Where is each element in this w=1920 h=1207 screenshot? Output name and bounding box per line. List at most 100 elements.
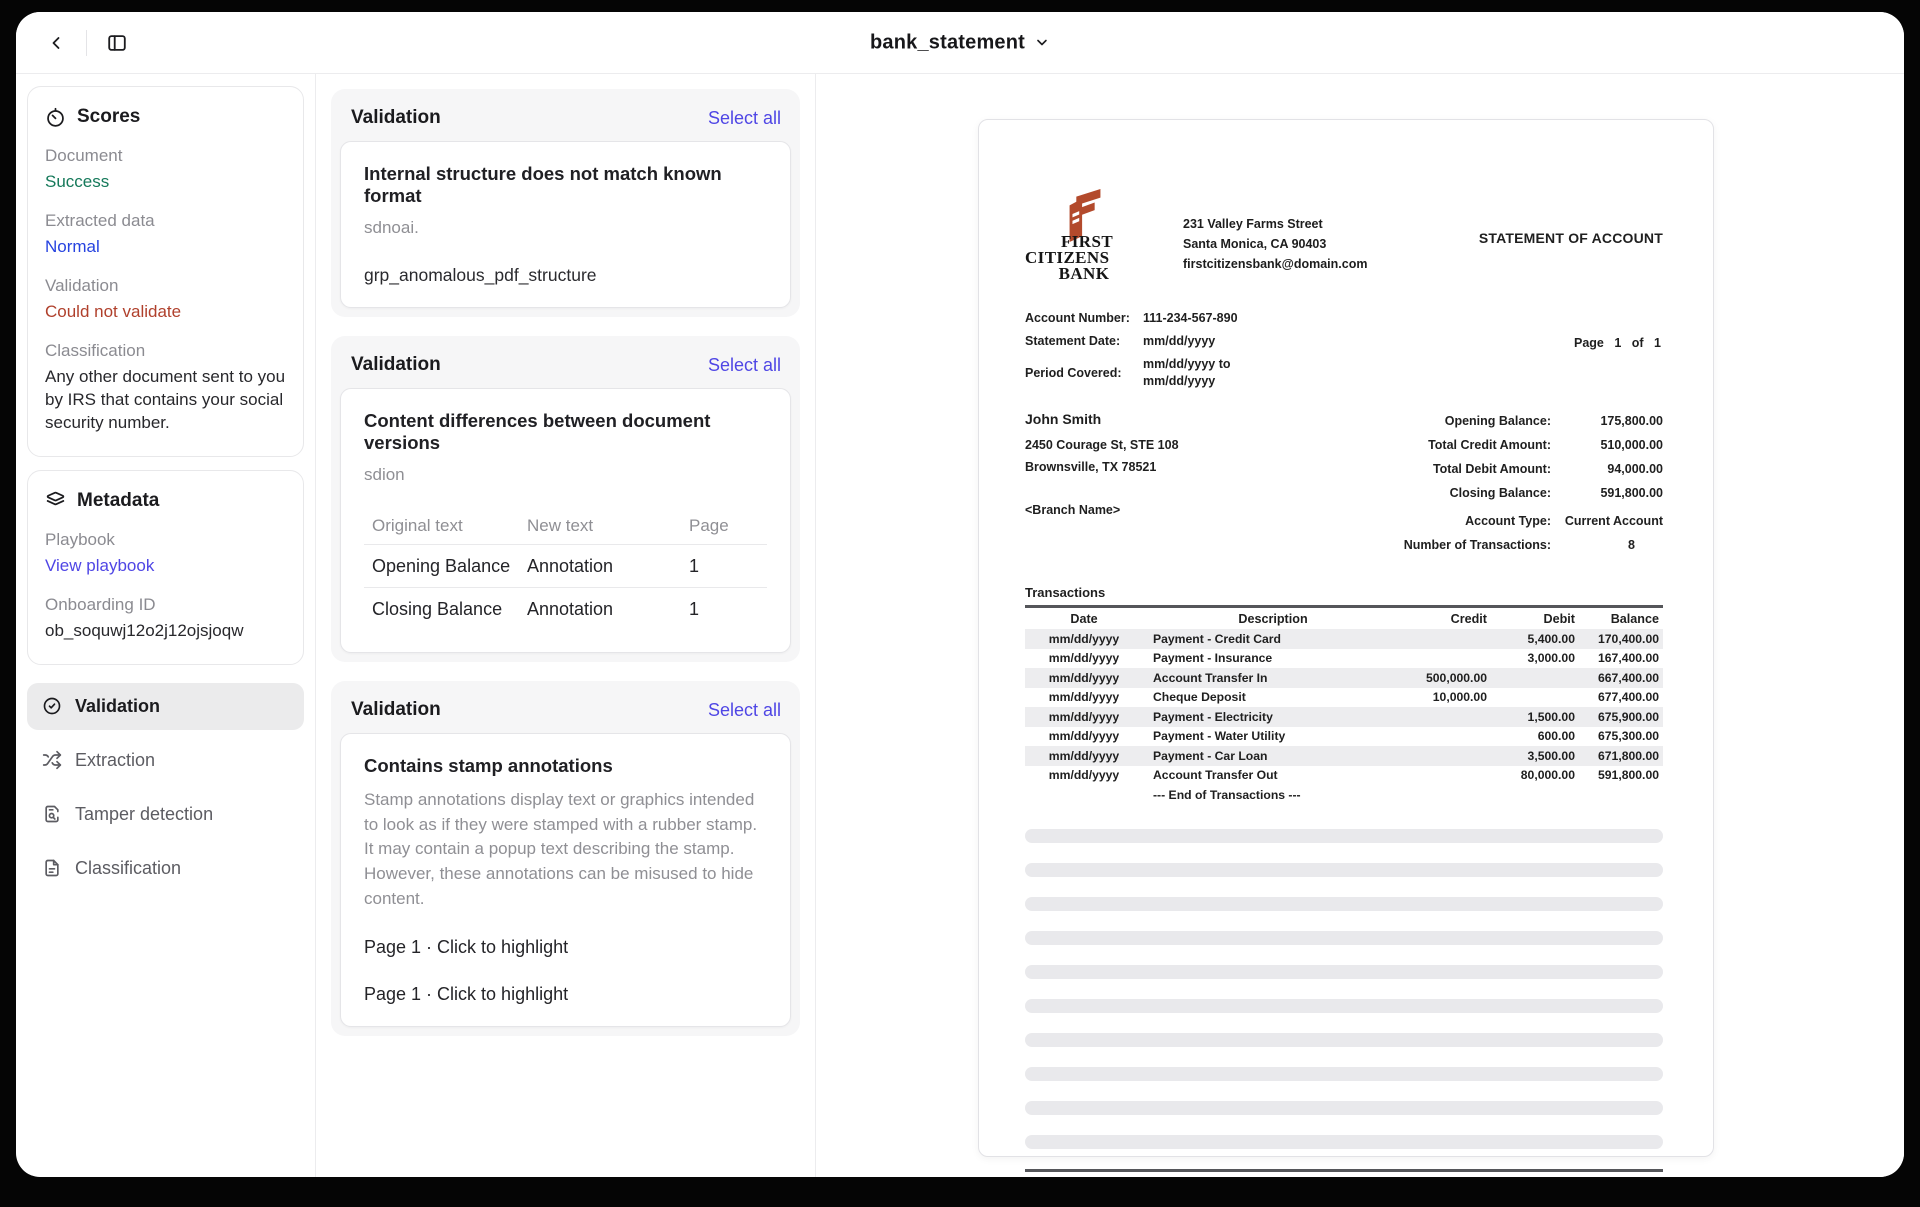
sidebar-item-extraction[interactable]: Extraction <box>27 737 304 784</box>
select-all-link[interactable]: Select all <box>708 355 781 376</box>
score-value: Any other document sent to you by IRS th… <box>45 366 286 435</box>
validation-group-header: Validation Select all <box>340 690 791 733</box>
transactions-table: Date Description Credit Debit Balance mm… <box>1025 605 1663 805</box>
finding-subtitle: sdion <box>364 465 767 485</box>
shuffle-icon <box>42 750 62 770</box>
finding-title: Contains stamp annotations <box>364 755 767 777</box>
validation-group: Validation Select all Internal structure… <box>331 89 800 317</box>
score-item-extracted-data: Extracted data Normal <box>45 211 286 259</box>
column-header: Page <box>689 516 767 536</box>
validation-group: Validation Select all Contains stamp ann… <box>331 681 800 1036</box>
summary-row: Closing Balance: 591,800.00 <box>1333 485 1663 502</box>
sidebar-toggle-button[interactable] <box>99 25 135 61</box>
file-text-icon <box>42 858 62 878</box>
column-header: Original text <box>364 516 527 536</box>
playbook-label: Playbook <box>45 530 286 550</box>
sidebar-item-label: Extraction <box>75 750 155 771</box>
customer-address-line: 2450 Courage St, STE 108 <box>1025 435 1179 457</box>
back-button[interactable] <box>38 25 74 61</box>
column-header: New text <box>527 516 689 536</box>
placeholder-row <box>1025 999 1663 1013</box>
summary-value: 175,800.00 <box>1551 413 1663 430</box>
summary-value: 510,000.00 <box>1551 437 1663 454</box>
panel-left-icon <box>106 32 128 54</box>
debit-cell: 3,000.00 <box>1493 651 1577 665</box>
score-label: Classification <box>45 341 286 361</box>
transactions-title: Transactions <box>1025 585 1663 600</box>
table-row: mm/dd/yyyy Payment - Electricity 1,500.0… <box>1025 707 1663 727</box>
period-from: mm/dd/yyyy to <box>1143 356 1231 372</box>
description-cell: Payment - Car Loan <box>1143 749 1393 763</box>
page-indicator: Page 1 of 1 <box>1574 336 1661 350</box>
metadata-playbook: Playbook View playbook <box>45 530 286 578</box>
validation-group-header: Validation Select all <box>340 345 791 388</box>
page-title: bank_statement <box>870 31 1025 54</box>
logo-line-3: BANK <box>1025 266 1157 282</box>
balance-cell: 671,800.00 <box>1577 749 1663 763</box>
balance-cell: 667,400.00 <box>1577 671 1663 685</box>
highlight-link[interactable]: Page 1 · Click to highlight <box>364 937 767 958</box>
account-number-label: Account Number: <box>1025 310 1143 326</box>
validation-finding-card: Internal structure does not match known … <box>340 141 791 308</box>
sidebar-nav: Validation Extraction Tamper detection <box>27 683 304 892</box>
table-row: mm/dd/yyyy Payment - Water Utility 600.0… <box>1025 727 1663 747</box>
score-item-document: Document Success <box>45 146 286 194</box>
validation-group: Validation Select all Content difference… <box>331 336 800 662</box>
description-cell: Payment - Insurance <box>1143 651 1393 665</box>
customer-and-summary: John Smith 2450 Courage St, STE 108 Brow… <box>1025 411 1663 561</box>
table-row[interactable]: Opening Balance Annotation 1 <box>364 545 767 588</box>
finding-title: Internal structure does not match known … <box>364 163 767 207</box>
balance-cell: 675,300.00 <box>1577 729 1663 743</box>
column-header: Debit <box>1493 612 1577 626</box>
statement-date-label: Statement Date: <box>1025 333 1143 349</box>
top-bar: bank_statement <box>16 12 1904 74</box>
view-playbook-link[interactable]: View playbook <box>45 555 286 578</box>
date-cell: mm/dd/yyyy <box>1025 768 1143 782</box>
document-title-dropdown[interactable]: bank_statement <box>870 31 1050 54</box>
select-all-link[interactable]: Select all <box>708 700 781 721</box>
original-text-cell: Opening Balance <box>364 556 527 577</box>
placeholder-row <box>1025 1067 1663 1081</box>
summary-value: 8 <box>1551 537 1663 554</box>
date-cell: mm/dd/yyyy <box>1025 632 1143 646</box>
placeholder-row <box>1025 829 1663 843</box>
score-item-validation: Validation Could not validate <box>45 276 286 324</box>
sidebar-item-tamper-detection[interactable]: Tamper detection <box>27 791 304 838</box>
highlight-link[interactable]: Page 1 · Click to highlight <box>364 984 767 1005</box>
score-value: Normal <box>45 236 286 259</box>
document-preview-area: FIRST CITIZENS BANK 231 Valley Farms Str… <box>816 74 1904 1177</box>
summary-row: Account Type: Current Account <box>1333 513 1663 530</box>
table-row: mm/dd/yyyy Payment - Car Loan 3,500.00 6… <box>1025 746 1663 766</box>
description-cell: Payment - Electricity <box>1143 710 1393 724</box>
table-row[interactable]: Closing Balance Annotation 1 <box>364 588 767 631</box>
bank-address-line: 231 Valley Farms Street <box>1183 214 1367 234</box>
table-row: mm/dd/yyyy Payment - Credit Card 5,400.0… <box>1025 629 1663 649</box>
group-title: Validation <box>351 107 441 129</box>
footer-divider <box>1025 1169 1663 1172</box>
description-cell: Payment - Water Utility <box>1143 729 1393 743</box>
placeholder-row <box>1025 863 1663 877</box>
statement-date-value: mm/dd/yyyy <box>1143 333 1215 349</box>
gauge-icon <box>45 107 66 128</box>
summary-label: Number of Transactions: <box>1404 537 1551 554</box>
customer-block: John Smith 2450 Courage St, STE 108 Brow… <box>1025 411 1179 561</box>
credit-cell: 10,000.00 <box>1393 690 1493 704</box>
score-label: Validation <box>45 276 286 296</box>
sidebar-item-validation[interactable]: Validation <box>27 683 304 730</box>
branch-name: <Branch Name> <box>1025 503 1179 517</box>
score-value: Success <box>45 171 286 194</box>
customer-address: 2450 Courage St, STE 108 Brownsville, TX… <box>1025 435 1179 479</box>
sidebar-item-classification[interactable]: Classification <box>27 845 304 892</box>
date-cell: mm/dd/yyyy <box>1025 690 1143 704</box>
balance-cell: 167,400.00 <box>1577 651 1663 665</box>
scores-title: Scores <box>77 106 140 128</box>
check-circle-icon <box>42 696 62 716</box>
score-label: Document <box>45 146 286 166</box>
column-header: Date <box>1025 612 1143 626</box>
topbar-divider <box>86 30 87 56</box>
statement-header: FIRST CITIZENS BANK 231 Valley Farms Str… <box>1025 188 1663 282</box>
select-all-link[interactable]: Select all <box>708 108 781 129</box>
account-info-row: Period Covered: mm/dd/yyyy to mm/dd/yyyy <box>1025 356 1663 389</box>
description-cell: Payment - Credit Card <box>1143 632 1393 646</box>
end-of-transactions: --- End of Transactions --- <box>1025 785 1663 805</box>
